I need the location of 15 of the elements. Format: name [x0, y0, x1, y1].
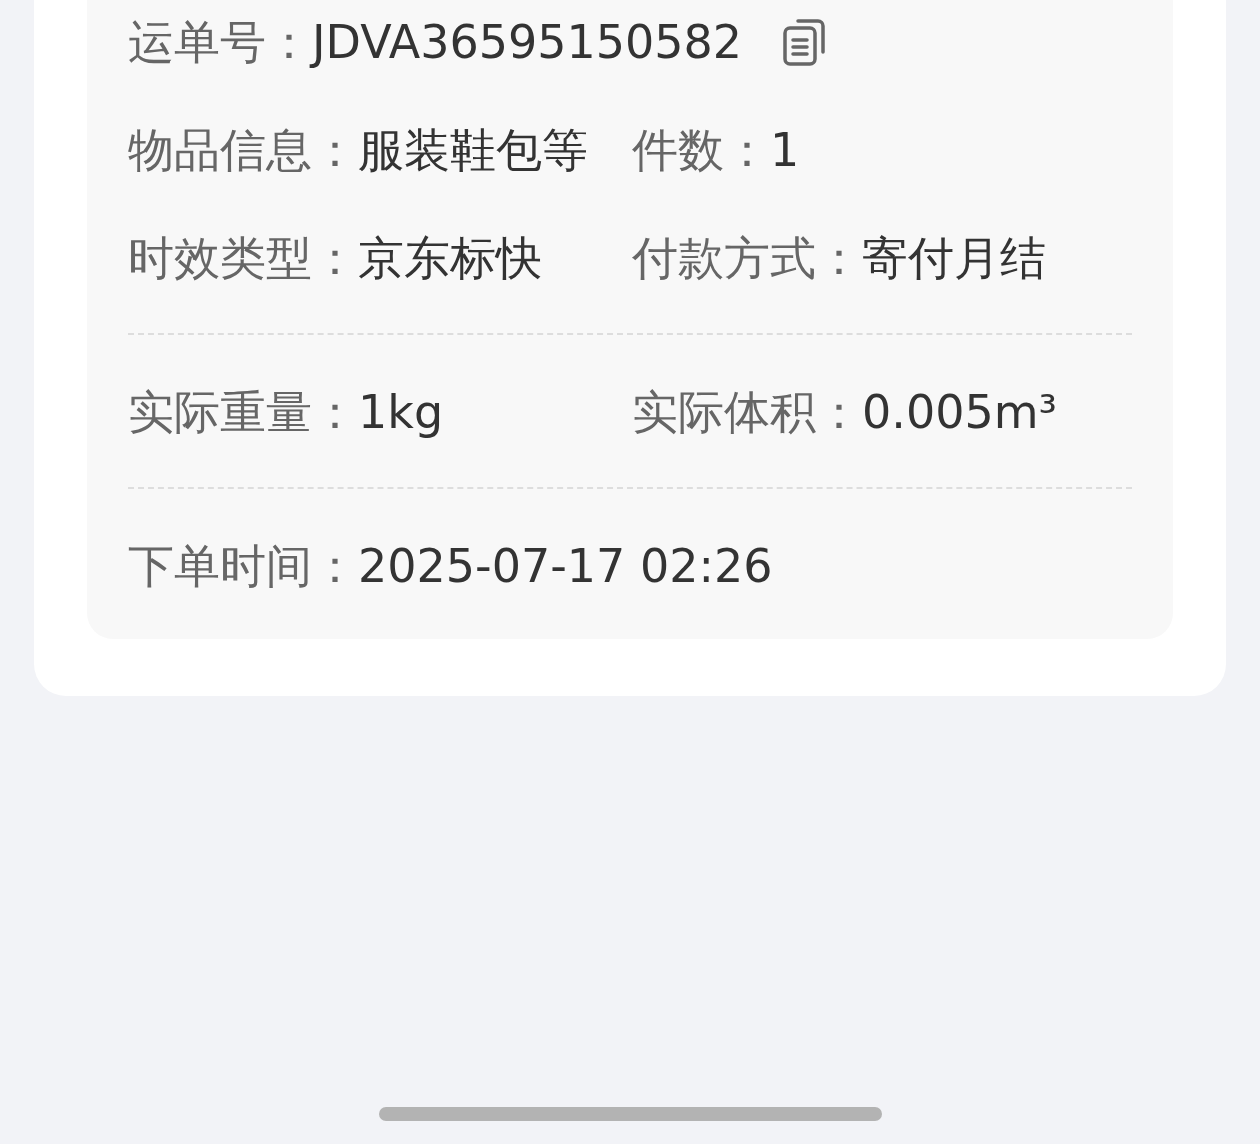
- field-value: 1kg: [358, 383, 444, 441]
- field-label: 物品信息：: [128, 121, 358, 179]
- field-label: 时效类型：: [128, 229, 358, 287]
- field-label: 实际重量：: [128, 383, 358, 441]
- field-value: 2025-07-17 02:26: [358, 537, 773, 595]
- field-label: 件数：: [632, 121, 770, 179]
- field-label: 付款方式：: [632, 229, 862, 287]
- field-label: 下单时间：: [128, 537, 358, 595]
- field-value: 京东标快: [358, 229, 542, 287]
- field-value: 服装鞋包等: [358, 121, 588, 179]
- field-value: 0.005m³: [862, 383, 1057, 441]
- field-value: 1: [770, 121, 800, 179]
- field-label: 实际体积：: [632, 383, 862, 441]
- field-value: 寄付月结: [862, 229, 1046, 287]
- copy-icon[interactable]: [782, 18, 827, 66]
